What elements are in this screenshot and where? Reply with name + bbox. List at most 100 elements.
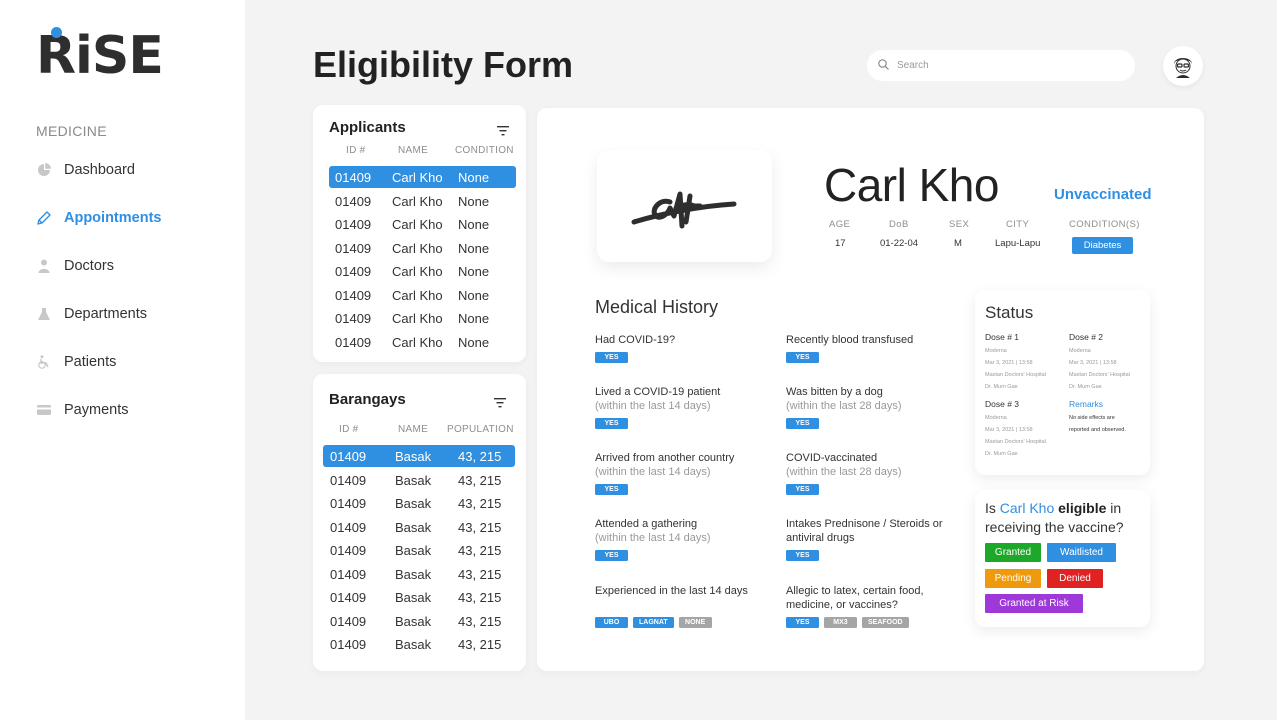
dose-3: Dose # 3 Moderna Mar 3, 2021 | 13:58 Max… xyxy=(985,399,1065,460)
filter-icon[interactable] xyxy=(497,123,511,136)
table-row[interactable]: 01409 Carl Kho None xyxy=(329,190,516,212)
answer-chips: YES xyxy=(786,418,819,429)
eligibility-question: Is Carl Kho eligible in receiving the va… xyxy=(985,499,1145,537)
waitlisted-button[interactable]: Waitlisted xyxy=(1047,543,1116,562)
table-cell: Basak xyxy=(395,637,432,652)
answer-chip[interactable]: MX3 xyxy=(824,617,857,628)
answer-chip[interactable]: YES xyxy=(595,550,628,561)
answer-chip[interactable]: YES xyxy=(786,484,819,495)
table-row[interactable]: 01409 Basak 43, 215 xyxy=(323,492,515,514)
question-text: Had COVID-19? xyxy=(595,334,676,346)
search-input[interactable] xyxy=(897,60,1117,71)
table-cell: None xyxy=(458,264,490,279)
table-cell: 01409 xyxy=(335,264,372,279)
dose-line: Maxtan Doctors' Hospital xyxy=(985,372,1046,378)
dob-value: 01-22-04 xyxy=(880,238,919,249)
answer-chip[interactable]: YES xyxy=(786,617,819,628)
question-subtext: (within the last 28 days) xyxy=(786,466,902,478)
table-cell: 01409 xyxy=(330,590,367,605)
answer-chip[interactable]: YES xyxy=(595,352,628,363)
table-cell: None xyxy=(458,287,490,303)
answer-chip[interactable]: YES xyxy=(786,550,819,561)
table-cell: 01409 xyxy=(330,613,367,629)
answer-chip[interactable]: LAGNAT xyxy=(633,617,674,628)
answer-chip[interactable]: YES xyxy=(595,418,628,429)
barangays-title: Barangays xyxy=(329,391,406,408)
granted-button[interactable]: Granted xyxy=(985,543,1041,562)
column-header[interactable]: NAME xyxy=(398,424,428,435)
avatar-icon xyxy=(1171,54,1195,78)
sidebar-item-label: Appointments xyxy=(64,210,162,226)
table-cell: 01409 xyxy=(335,240,372,256)
table-row[interactable]: 01409 Carl Kho None xyxy=(329,166,516,188)
sidebar-item-appointments[interactable]: Appointments xyxy=(36,206,161,230)
table-cell: None xyxy=(458,193,490,209)
pencil-icon xyxy=(36,210,52,226)
column-header[interactable]: NAME xyxy=(398,145,428,156)
answer-chip[interactable]: YES xyxy=(595,484,628,495)
filter-icon[interactable] xyxy=(494,395,508,408)
answer-chip[interactable]: SEAFOOD xyxy=(862,617,909,628)
medical-question: Was bitten by a dog (within the last 28 d… xyxy=(786,385,956,413)
question-subtext: (within the last 14 days) xyxy=(595,400,711,412)
question-subtext: (within the last 28 days) xyxy=(786,400,902,412)
dose-line: Mar 3, 2021 | 13:58 xyxy=(985,360,1033,366)
sidebar-item-patients[interactable]: Patients xyxy=(36,350,116,374)
table-row[interactable]: 01409 Basak 43, 215 xyxy=(323,633,515,655)
table-row[interactable]: 01409 Carl Kho None xyxy=(329,307,516,329)
search-bar[interactable] xyxy=(867,50,1135,81)
medical-question: COVID-vaccinated (within the last 28 days… xyxy=(786,451,956,479)
table-row[interactable]: 01409 Basak 43, 215 xyxy=(323,539,515,561)
table-row[interactable]: 01409 Basak 43, 215 xyxy=(323,445,515,467)
table-cell: Carl Kho xyxy=(392,311,443,326)
denied-button[interactable]: Denied xyxy=(1047,569,1103,588)
answer-chip[interactable]: YES xyxy=(786,418,819,429)
logo[interactable]: RiSE xyxy=(36,27,164,82)
table-cell: 01409 xyxy=(335,287,372,303)
table-cell: 43, 215 xyxy=(458,637,502,652)
logo-dot xyxy=(51,27,62,38)
question-patient-name: Carl Kho xyxy=(999,500,1055,516)
avatar[interactable] xyxy=(1163,46,1203,86)
sidebar-item-label: Departments xyxy=(64,306,148,322)
answer-chip[interactable]: YES xyxy=(786,352,819,363)
answer-chip[interactable]: UBO xyxy=(595,617,628,628)
answer-chips: YES xyxy=(786,550,819,561)
dose-line: Moderna xyxy=(985,415,1007,421)
table-cell: 43, 215 xyxy=(458,543,502,558)
sidebar-item-doctors[interactable]: Doctors xyxy=(36,254,114,278)
table-row[interactable]: 01409 Carl Kho None xyxy=(329,237,516,259)
column-header[interactable]: ID # xyxy=(346,145,366,156)
sidebar-item-departments[interactable]: Departments xyxy=(36,302,147,326)
sex-value: M xyxy=(954,238,962,249)
column-header[interactable]: POPULATION xyxy=(447,424,514,435)
table-cell: 01409 xyxy=(330,472,367,488)
dose-1: Dose # 1 Moderna Mar 3, 2021 | 13:58 Max… xyxy=(985,332,1065,393)
question-text: Lived a COVID-19 patient xyxy=(595,386,721,398)
table-row[interactable]: 01409 Carl Kho None xyxy=(329,331,516,353)
table-row[interactable]: 01409 Basak 43, 215 xyxy=(323,610,515,632)
table-row[interactable]: 01409 Basak 43, 215 xyxy=(323,563,515,585)
status-card: Status Dose # 1 Moderna Mar 3, 2021 | 13… xyxy=(975,290,1150,475)
pending-button[interactable]: Pending xyxy=(985,569,1041,588)
sidebar-item-payments[interactable]: Payments xyxy=(36,398,128,422)
table-row[interactable]: 01409 Basak 43, 215 xyxy=(323,586,515,608)
search-icon xyxy=(878,57,889,75)
granted-at-risk-button[interactable]: Granted at Risk xyxy=(985,594,1083,613)
table-row[interactable]: 01409 Carl Kho None xyxy=(329,284,516,306)
dose-heading: Dose # 2 xyxy=(1069,332,1104,342)
column-header[interactable]: ID # xyxy=(339,424,359,435)
sidebar-item-dashboard[interactable]: Dashboard xyxy=(36,158,135,182)
table-row[interactable]: 01409 Carl Kho None xyxy=(329,213,516,235)
condition-badge: Diabetes xyxy=(1072,237,1133,254)
eligibility-card: Is Carl Kho eligible in receiving the va… xyxy=(975,490,1150,627)
question-text: Recently blood transfused xyxy=(786,334,914,346)
question-text: Was bitten by a dog xyxy=(786,386,883,398)
table-row[interactable]: 01409 Basak 43, 215 xyxy=(323,516,515,538)
applicants-title: Applicants xyxy=(329,119,406,136)
column-header[interactable]: CONDITION xyxy=(455,145,514,156)
answer-chip[interactable]: NONE xyxy=(678,617,712,628)
table-row[interactable]: 01409 Basak 43, 215 xyxy=(323,469,515,491)
table-cell: 01409 xyxy=(330,637,367,652)
table-row[interactable]: 01409 Carl Kho None xyxy=(329,260,516,282)
